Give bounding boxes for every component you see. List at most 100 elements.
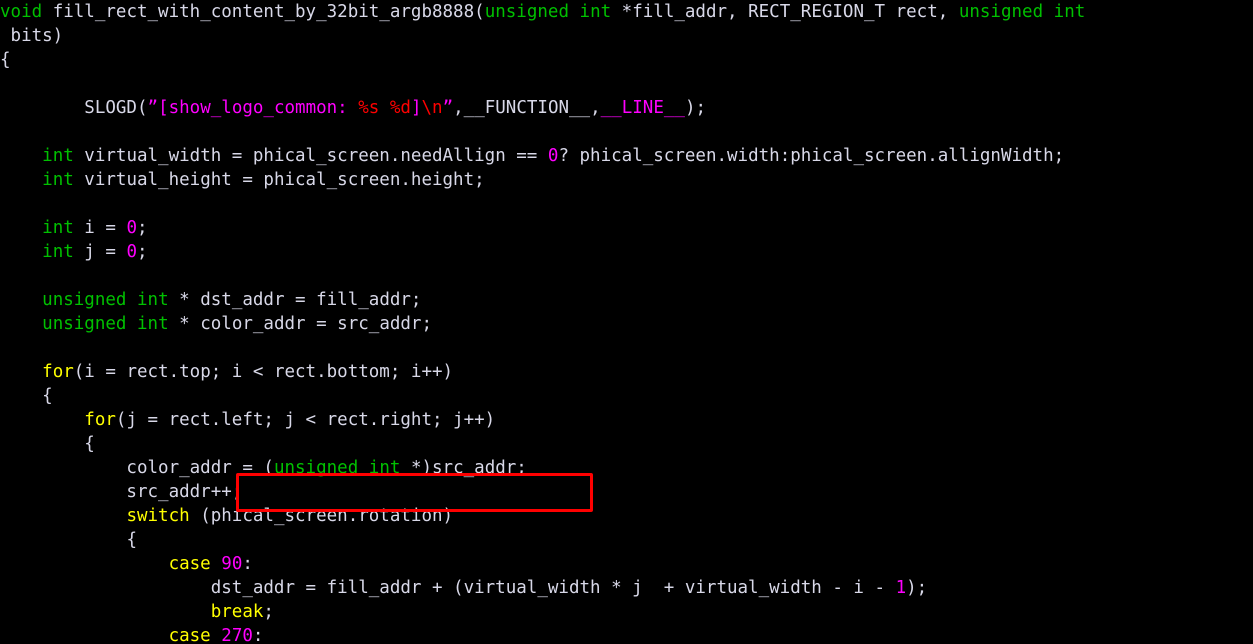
- code-line: color_addr = (unsigned int *)src_addr;: [0, 456, 1085, 480]
- code-line: for(j = rect.left; j < rect.right; j++): [0, 408, 1085, 432]
- token-plain: ? phical_screen.width:phical_screen.alli…: [558, 146, 1065, 166]
- token-keyword-case: case: [168, 626, 211, 644]
- token-plain: *)src_addr;: [400, 458, 527, 478]
- token-keyword-unsigned: unsigned: [958, 2, 1044, 22]
- token-plain: src_addr++;: [0, 482, 243, 502]
- code-line: int virtual_height = phical_screen.heigh…: [0, 168, 1085, 192]
- token-number: 270: [221, 626, 253, 644]
- token-keyword-int: int: [42, 218, 74, 238]
- token-number: 0: [547, 146, 559, 166]
- token-plain: virtual_width = phical_screen.needAllign…: [73, 146, 548, 166]
- token-punct: ,: [590, 98, 601, 118]
- token-format-specifier: %s %d: [358, 98, 411, 118]
- token-keyword-for: for: [42, 362, 74, 382]
- token-punct: :: [242, 554, 253, 574]
- code-line: {: [0, 48, 1085, 72]
- token-keyword-case: case: [168, 554, 211, 574]
- token-punct: ;: [263, 602, 274, 622]
- token-punct: (: [474, 2, 485, 22]
- token-keyword-int: int: [42, 242, 74, 262]
- token-keyword-unsigned: unsigned: [42, 314, 127, 334]
- token-brace-open: {: [0, 50, 11, 70]
- token-number: 1: [895, 578, 907, 598]
- token-brace-open: {: [42, 386, 53, 406]
- code-line: case 90:: [0, 552, 1085, 576]
- token-plain: color_addr =: [0, 458, 264, 478]
- source-code-block[interactable]: void fill_rect_with_content_by_32bit_arg…: [0, 0, 1085, 644]
- code-line: switch (phical_screen.rotation): [0, 504, 1085, 528]
- token-keyword-void: void: [0, 2, 43, 22]
- token-keyword-int: int: [42, 146, 74, 166]
- code-line: int i = 0;: [0, 216, 1085, 240]
- token-plain: (i = rect.top; i < rect.bottom; i++): [73, 362, 454, 382]
- code-line: SLOGD(”[show_logo_common: %s %d]\n”,__FU…: [0, 96, 1085, 120]
- token-punct: );: [906, 578, 928, 598]
- token-string: ]: [410, 98, 422, 118]
- code-editor-viewport[interactable]: void fill_rect_with_content_by_32bit_arg…: [0, 0, 1253, 644]
- code-line: {: [0, 384, 1085, 408]
- token-punct: );: [684, 98, 707, 118]
- code-line: {: [0, 528, 1085, 552]
- code-line: dst_addr = fill_addr + (virtual_width * …: [0, 576, 1085, 600]
- token-plain: * dst_addr = fill_addr;: [168, 290, 422, 310]
- token-plain: SLOGD: [0, 98, 137, 118]
- code-line: int j = 0;: [0, 240, 1085, 264]
- token-plain: fill_rect_with_content_by_32bit_argb8888: [42, 2, 475, 22]
- token-punct: (: [263, 458, 274, 478]
- code-line: bits): [0, 24, 1085, 48]
- token-keyword-switch: switch: [126, 506, 190, 526]
- token-number: 90: [221, 554, 243, 574]
- token-keyword-int: int: [1053, 2, 1086, 22]
- token-string: [show_logo_common:: [158, 98, 359, 118]
- token-punct: ;: [137, 218, 148, 238]
- code-line: {: [0, 432, 1085, 456]
- token-plain: virtual_height = phical_screen.height;: [73, 170, 485, 190]
- token-string-quote-close: ”: [442, 98, 454, 118]
- code-line: for(i = rect.top; i < rect.bottom; i++): [0, 360, 1085, 384]
- token-macro-function: __FUNCTION__: [463, 98, 591, 118]
- code-line: int virtual_width = phical_screen.needAl…: [0, 144, 1085, 168]
- token-keyword-unsigned: unsigned: [273, 458, 359, 478]
- token-string-quote-open: ”: [147, 98, 159, 118]
- token-plain: bits): [0, 26, 64, 46]
- token-plain: (j = rect.left; j < rect.right; j++): [115, 410, 496, 430]
- token-keyword-int: int: [579, 2, 612, 22]
- token-plain: dst_addr = fill_addr + (virtual_width * …: [0, 578, 896, 598]
- token-keyword-unsigned: unsigned: [484, 2, 569, 22]
- code-line: break;: [0, 600, 1085, 624]
- token-plain: *fill_addr, RECT_REGION_T rect,: [611, 2, 959, 22]
- token-punct: ,: [453, 98, 464, 118]
- code-line: unsigned int * color_addr = src_addr;: [0, 312, 1085, 336]
- token-number: 0: [126, 242, 137, 262]
- token-punct: :: [252, 626, 264, 644]
- token-number: 0: [126, 218, 137, 238]
- token-punct: ;: [137, 242, 148, 262]
- token-keyword-int: int: [368, 458, 401, 478]
- token-punct: (: [136, 98, 148, 118]
- code-line: unsigned int * dst_addr = fill_addr;: [0, 288, 1085, 312]
- token-plain: i =: [73, 218, 127, 238]
- token-keyword-int: int: [137, 314, 169, 334]
